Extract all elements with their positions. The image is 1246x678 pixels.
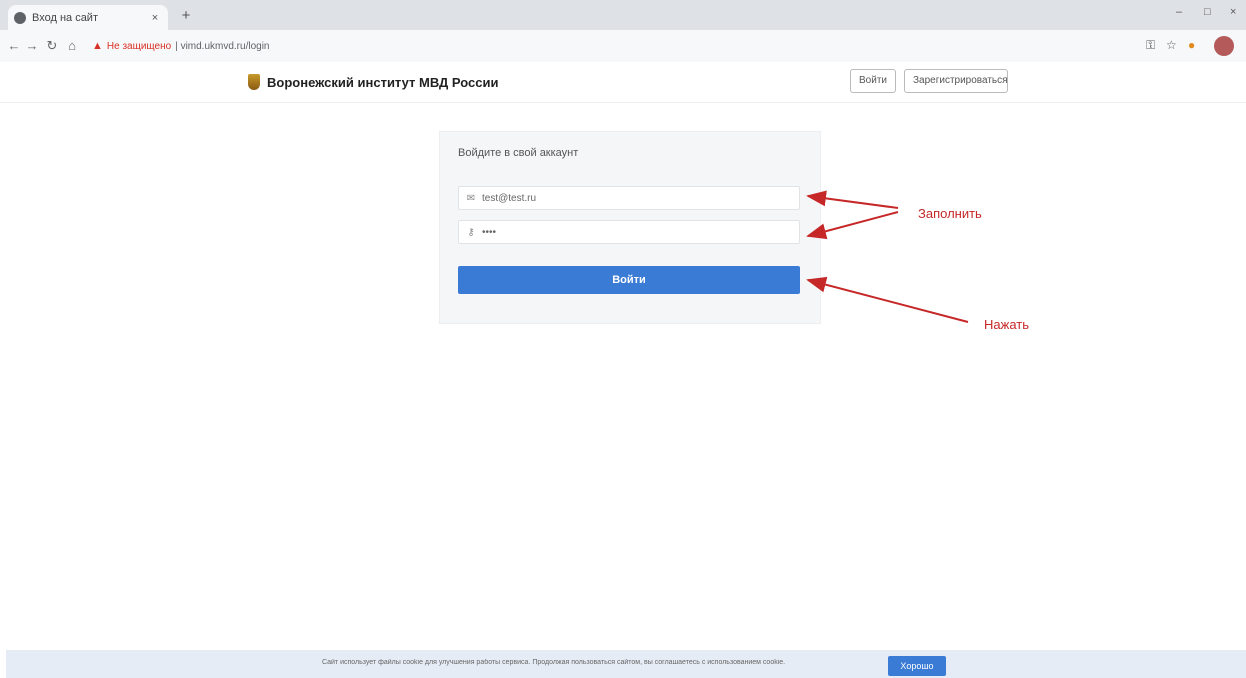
cookie-text: Сайт использует файлы cookie для улучшен… [322,659,786,666]
arrow-to-submit-button [806,276,969,323]
arrow-to-password-field [806,211,899,240]
cookie-banner: Сайт использует файлы cookie для улучшен… [6,650,1246,678]
annotation-press: Нажать [984,317,1029,332]
arrow-to-login-field [806,190,899,209]
annotation-arrows [806,190,969,323]
cookie-accept-button[interactable]: Хорошо [888,656,946,676]
annotation-fill: Заполнить [918,206,982,221]
